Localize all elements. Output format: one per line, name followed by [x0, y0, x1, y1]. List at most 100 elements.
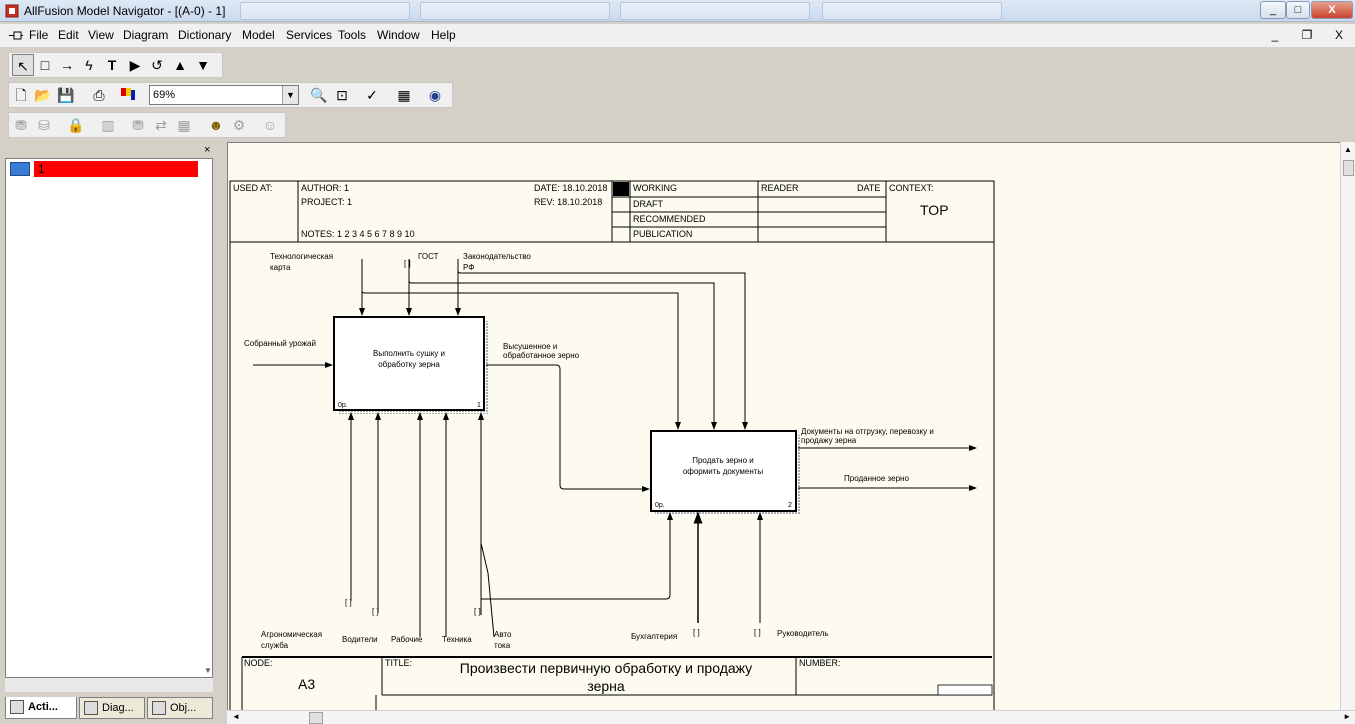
user-icon[interactable]: ☻ — [205, 114, 227, 136]
spell-check-icon[interactable]: ✓ — [361, 84, 383, 106]
maximize-button[interactable]: □ — [1286, 1, 1310, 19]
squiggle-tool-icon[interactable]: ϟ — [78, 54, 100, 76]
tab-diagrams[interactable]: Diag... — [79, 697, 145, 719]
diagram-canvas[interactable]: USED AT: AUTHOR: 1 PROJECT: 1 NOTES: 1 2… — [227, 142, 1355, 724]
zoom-in-icon[interactable]: 🔍 — [308, 84, 330, 106]
menu-dictionary[interactable]: Dictionary — [178, 28, 231, 42]
tree-scrollbar[interactable]: ▼ — [203, 159, 213, 677]
zoom-select[interactable]: 69% ▼ — [149, 85, 299, 105]
mechanism-label-drivers: Водители — [342, 635, 378, 644]
diagram-vertical-scrollbar[interactable]: ▲ — [1340, 142, 1355, 712]
menu-help[interactable]: Help — [431, 28, 456, 42]
menu-bar: File Edit View Diagram Dictionary Model … — [0, 24, 1355, 48]
mdi-close-button[interactable]: X — [1326, 27, 1352, 45]
tab-activities[interactable]: Acti... — [5, 697, 77, 719]
mechanism-label-transport-2: тока — [494, 641, 511, 650]
zoom-value: 69% — [153, 89, 176, 101]
activity-box-2[interactable]: Продать зерно и оформить документы 0р. 2 — [650, 430, 800, 515]
users-group-icon[interactable]: ☺ — [259, 114, 281, 136]
mechanism-label-equipment: Техника — [442, 635, 472, 644]
background-taskbar-tab — [420, 2, 610, 20]
new-file-icon[interactable]: 🗋 — [10, 84, 32, 106]
mechanism-label-agro-2: служба — [261, 641, 289, 650]
mart-disconnect-icon[interactable]: ⛁ — [33, 114, 55, 136]
working-label: WORKING — [633, 183, 677, 193]
scroll-down-icon[interactable]: ▼ — [204, 666, 212, 675]
mechanism-label-manager: Руководитель — [777, 629, 829, 638]
activity-1-number: 1 — [477, 402, 481, 409]
model-explorer-icon[interactable]: ▦ — [393, 84, 415, 106]
title-bar: AllFusion Model Navigator - [(A-0) - 1] … — [0, 0, 1355, 22]
background-taskbar-tab — [240, 2, 410, 20]
arrow-tool-icon[interactable]: → — [56, 54, 78, 76]
pointer-tool-icon[interactable]: ↖ — [12, 54, 34, 76]
context-value: TOP — [920, 202, 949, 218]
menu-tools[interactable]: Tools — [338, 28, 366, 42]
tree-item-label: 1 — [34, 161, 198, 177]
background-taskbar-tab — [822, 2, 1002, 20]
app-icon — [5, 4, 19, 18]
mart-connect-icon[interactable]: ⛃ — [10, 114, 32, 136]
go-down-icon[interactable]: ▼ — [192, 54, 214, 76]
control-label-gost: ГОСТ — [418, 252, 439, 261]
scroll-thumb[interactable] — [309, 712, 323, 724]
menu-model[interactable]: Model — [242, 28, 275, 42]
scroll-right-icon[interactable]: ► — [1343, 712, 1351, 721]
tree-item-root[interactable]: 1 — [8, 161, 198, 177]
tree-horizontal-scrollbar[interactable] — [5, 678, 213, 692]
rotate-icon[interactable]: ↺ — [146, 54, 168, 76]
menu-window[interactable]: Window — [377, 28, 420, 42]
text-tool-icon[interactable]: T — [101, 54, 123, 76]
mdi-restore-button[interactable]: ❐ — [1294, 27, 1320, 45]
activity-2-name-line1: Продать зерно и — [692, 456, 754, 465]
zoom-fit-icon[interactable]: ⊡ — [331, 84, 353, 106]
diagram-title-line1: Произвести первичную обработку и продажу — [460, 660, 752, 676]
security-icon[interactable]: ⚙ — [228, 114, 250, 136]
activity-box-1[interactable]: Выполнить сушку и обработку зерна 0р. 1 — [333, 316, 488, 414]
tunnel-marker: [ ] — [404, 259, 411, 268]
scroll-up-icon[interactable]: ▲ — [1344, 145, 1352, 154]
number-label: NUMBER: — [799, 658, 841, 668]
tab-label: Obj... — [170, 702, 197, 714]
go-up-icon[interactable]: ▲ — [169, 54, 191, 76]
navigator-icon[interactable]: ◉ — [424, 84, 446, 106]
mdi-minimize-button[interactable]: _ — [1262, 27, 1288, 45]
menu-services[interactable]: Services — [286, 28, 332, 42]
control-label-law-2: РФ — [463, 263, 474, 272]
play-icon[interactable]: ▶ — [124, 54, 146, 76]
save-icon[interactable]: 💾 — [55, 84, 77, 106]
mechanism-label-workers: Рабочие — [391, 635, 423, 644]
scroll-left-icon[interactable]: ◄ — [232, 712, 240, 721]
menu-view[interactable]: View — [88, 28, 114, 42]
open-folder-icon[interactable]: 📂 — [32, 84, 54, 106]
mart-save-icon[interactable]: ⛃ — [127, 114, 149, 136]
chevron-down-icon[interactable]: ▼ — [282, 86, 298, 104]
scroll-thumb[interactable] — [1343, 160, 1354, 176]
document-icon[interactable] — [8, 29, 24, 43]
working-status-marker — [613, 182, 629, 196]
tab-objects[interactable]: Obj... — [147, 697, 213, 719]
mart-merge-icon[interactable]: ⇄ — [150, 114, 172, 136]
color-palette-icon[interactable] — [117, 84, 139, 106]
minimize-button[interactable]: _ — [1260, 1, 1286, 19]
lock-icon[interactable]: 🔒 — [65, 114, 87, 136]
activity-2-number: 2 — [788, 502, 792, 509]
mart-library-icon[interactable]: ▥ — [97, 114, 119, 136]
menu-diagram[interactable]: Diagram — [123, 28, 168, 42]
arrow-dried-grain — [486, 364, 650, 492]
output-label-docs: Документы на отгрузку, перевозку и — [801, 427, 934, 436]
print-icon[interactable]: ⎙ — [88, 84, 110, 106]
mechanism-arrows-box1 — [348, 412, 495, 638]
mechanism-arrows-box2 — [481, 511, 763, 623]
menu-file[interactable]: File — [29, 28, 48, 42]
activity-tree: 1 ▼ — [5, 158, 213, 678]
activity-box-tool-icon[interactable]: □ — [34, 54, 56, 76]
diagram-horizontal-scrollbar[interactable]: ◄ ► — [227, 710, 1355, 724]
activity-1-name-line2: обработку зерна — [378, 360, 440, 369]
close-button[interactable]: X — [1311, 1, 1353, 19]
activity-2-name-line2: оформить документы — [683, 467, 764, 476]
mechanism-label-accounting: Бухгалтерия — [631, 632, 677, 641]
menu-edit[interactable]: Edit — [58, 28, 79, 42]
close-icon[interactable]: × — [204, 144, 210, 156]
mart-grid-icon[interactable]: ▦ — [173, 114, 195, 136]
